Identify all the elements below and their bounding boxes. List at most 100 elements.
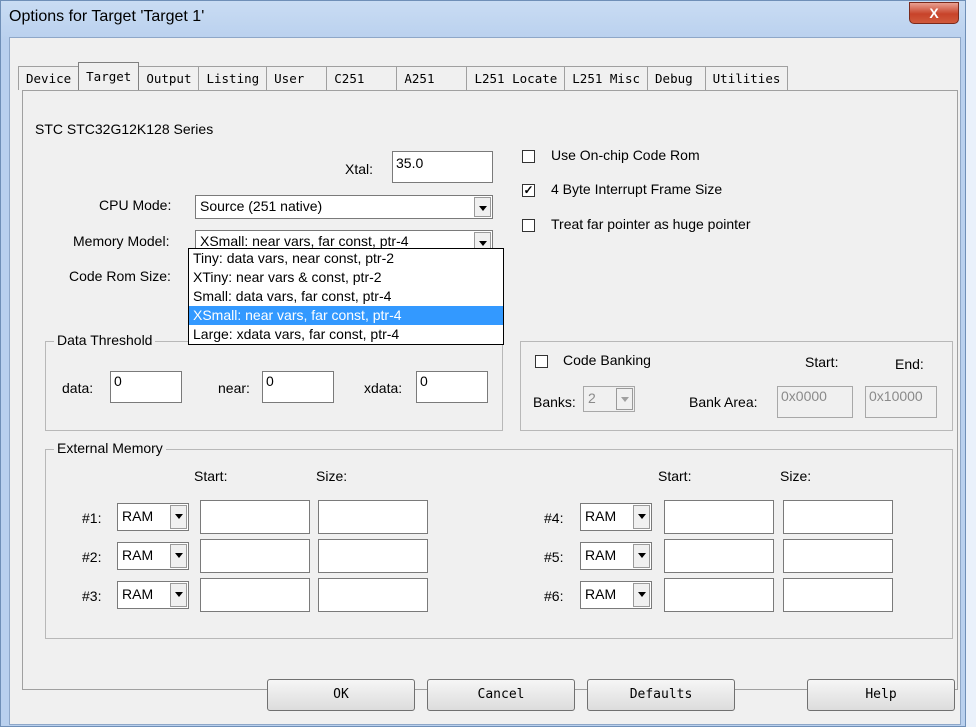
device-series-label: STC STC32G12K128 Series — [35, 121, 214, 137]
data-threshold-xdata-label: xdata: — [364, 380, 403, 396]
xtal-label: Xtal: — [345, 161, 374, 177]
ext-type-select[interactable]: RAM — [580, 542, 652, 570]
ext-type-select[interactable]: RAM — [117, 542, 189, 570]
chevron-down-icon[interactable] — [633, 544, 650, 568]
code-banking-checkbox[interactable] — [535, 355, 548, 368]
ext-type-select[interactable]: RAM — [117, 581, 189, 609]
tab-device[interactable]: Device — [18, 66, 80, 90]
cpu-mode-select[interactable]: Source (251 native) — [195, 195, 493, 219]
cancel-button[interactable]: Cancel — [427, 679, 575, 711]
target-tab-page: STC STC32G12K128 Series Xtal: 35.0 CPU M… — [22, 90, 958, 690]
cpu-mode-value: Source (251 native) — [200, 198, 323, 214]
tab-strip: Device Target Output Listing User C251 A… — [18, 62, 789, 90]
ext-start-label-right: Start: — [658, 468, 692, 484]
interrupt-frame-checkbox[interactable]: ✓ — [522, 184, 535, 197]
data-threshold-data-label: data: — [62, 380, 94, 396]
use-onchip-checkbox[interactable] — [522, 150, 535, 163]
ext-size-input[interactable] — [783, 539, 893, 573]
ext-type-select[interactable]: RAM — [580, 503, 652, 531]
bank-end-label: End: — [895, 356, 924, 372]
data-threshold-group: Data Threshold data: 0 near: 0 xdata: 0 — [45, 332, 503, 431]
xtal-input[interactable]: 35.0 — [392, 151, 493, 183]
use-onchip-label[interactable]: Use On-chip Code Rom — [551, 147, 700, 163]
chevron-down-icon[interactable] — [170, 505, 187, 529]
chevron-down-icon[interactable] — [633, 583, 650, 607]
tab-user[interactable]: User — [266, 66, 328, 90]
ext-size-input[interactable] — [318, 578, 428, 612]
ext-row-label: #3: — [82, 588, 102, 604]
data-threshold-near-input[interactable]: 0 — [262, 371, 334, 403]
cpu-mode-label: CPU Mode: — [99, 197, 172, 213]
ext-size-input[interactable] — [318, 539, 428, 573]
code-banking-label[interactable]: Code Banking — [563, 352, 651, 368]
tab-utilities[interactable]: Utilities — [704, 66, 789, 90]
ok-button[interactable]: OK — [267, 679, 415, 711]
external-memory-title: External Memory — [54, 440, 166, 456]
title-bar[interactable]: Options for Target 'Target 1' X — [1, 1, 965, 35]
code-rom-size-label: Code Rom Size: — [69, 268, 171, 284]
options-dialog: Options for Target 'Target 1' X Device T… — [0, 0, 966, 727]
memory-model-dropdown: Tiny: data vars, near const, ptr-2 XTiny… — [188, 248, 504, 345]
ext-row-label: #1: — [82, 510, 102, 526]
tab-output[interactable]: Output — [138, 66, 200, 90]
code-banking-group: Code Banking Start: End: Banks: 2 Bank A… — [520, 341, 953, 431]
ext-size-input[interactable] — [318, 500, 428, 534]
bank-area-label: Bank Area: — [689, 394, 758, 410]
ext-type-value: RAM — [122, 508, 154, 524]
banks-select[interactable]: 2 — [583, 386, 635, 412]
ext-type-value: RAM — [122, 586, 154, 602]
interrupt-frame-label[interactable]: 4 Byte Interrupt Frame Size — [551, 181, 722, 197]
tab-l251-misc[interactable]: L251 Misc — [564, 66, 649, 90]
chevron-down-icon[interactable] — [616, 388, 633, 410]
ext-start-input[interactable] — [664, 500, 774, 534]
ext-start-input[interactable] — [664, 539, 774, 573]
bank-start-label: Start: — [805, 354, 839, 370]
ext-start-input[interactable] — [200, 500, 310, 534]
chevron-down-icon[interactable] — [474, 197, 491, 217]
ext-start-input[interactable] — [200, 539, 310, 573]
close-button[interactable]: X — [909, 2, 959, 24]
ext-row-label: #6: — [544, 588, 564, 604]
banks-value: 2 — [588, 390, 596, 406]
data-threshold-data-input[interactable]: 0 — [110, 371, 182, 403]
ext-type-value: RAM — [122, 547, 154, 563]
data-threshold-near-label: near: — [218, 380, 250, 396]
ext-start-input[interactable] — [200, 578, 310, 612]
ext-row-label: #5: — [544, 549, 564, 565]
ext-size-input[interactable] — [783, 500, 893, 534]
ext-type-select[interactable]: RAM — [117, 503, 189, 531]
far-pointer-checkbox[interactable] — [522, 219, 535, 232]
ext-type-value: RAM — [585, 547, 617, 563]
external-memory-group: External Memory Start: Size: Start: Size… — [45, 440, 953, 639]
tab-debug[interactable]: Debug — [647, 66, 706, 90]
dialog-title: Options for Target 'Target 1' — [9, 8, 205, 25]
memory-model-option-selected[interactable]: XSmall: near vars, far const, ptr-4 — [189, 306, 503, 325]
data-threshold-xdata-input[interactable]: 0 — [416, 371, 488, 403]
ext-start-label-left: Start: — [194, 468, 228, 484]
bank-area-start-input[interactable]: 0x0000 — [777, 386, 853, 418]
banks-label: Banks: — [533, 394, 576, 410]
memory-model-option[interactable]: Large: xdata vars, far const, ptr-4 — [189, 325, 503, 344]
ext-type-select[interactable]: RAM — [580, 581, 652, 609]
tab-listing[interactable]: Listing — [198, 66, 268, 90]
far-pointer-label[interactable]: Treat far pointer as huge pointer — [551, 216, 751, 232]
tab-l251-locate[interactable]: L251 Locate — [466, 66, 566, 90]
tab-target[interactable]: Target — [78, 62, 140, 90]
tab-c251[interactable]: C251 — [326, 66, 398, 90]
memory-model-option[interactable]: Tiny: data vars, near const, ptr-2 — [189, 249, 503, 268]
memory-model-option[interactable]: Small: data vars, far const, ptr-4 — [189, 287, 503, 306]
help-button[interactable]: Help — [807, 679, 955, 711]
memory-model-label: Memory Model: — [73, 233, 170, 249]
bank-area-end-input[interactable]: 0x10000 — [865, 386, 937, 418]
tab-a251[interactable]: A251 — [396, 66, 468, 90]
memory-model-option[interactable]: XTiny: near vars & const, ptr-2 — [189, 268, 503, 287]
chevron-down-icon[interactable] — [633, 505, 650, 529]
ext-size-input[interactable] — [783, 578, 893, 612]
chevron-down-icon[interactable] — [170, 583, 187, 607]
ext-start-input[interactable] — [664, 578, 774, 612]
defaults-button[interactable]: Defaults — [587, 679, 735, 711]
ext-type-value: RAM — [585, 508, 617, 524]
chevron-down-icon[interactable] — [170, 544, 187, 568]
ext-size-label-left: Size: — [316, 468, 348, 484]
ext-row-label: #2: — [82, 549, 102, 565]
